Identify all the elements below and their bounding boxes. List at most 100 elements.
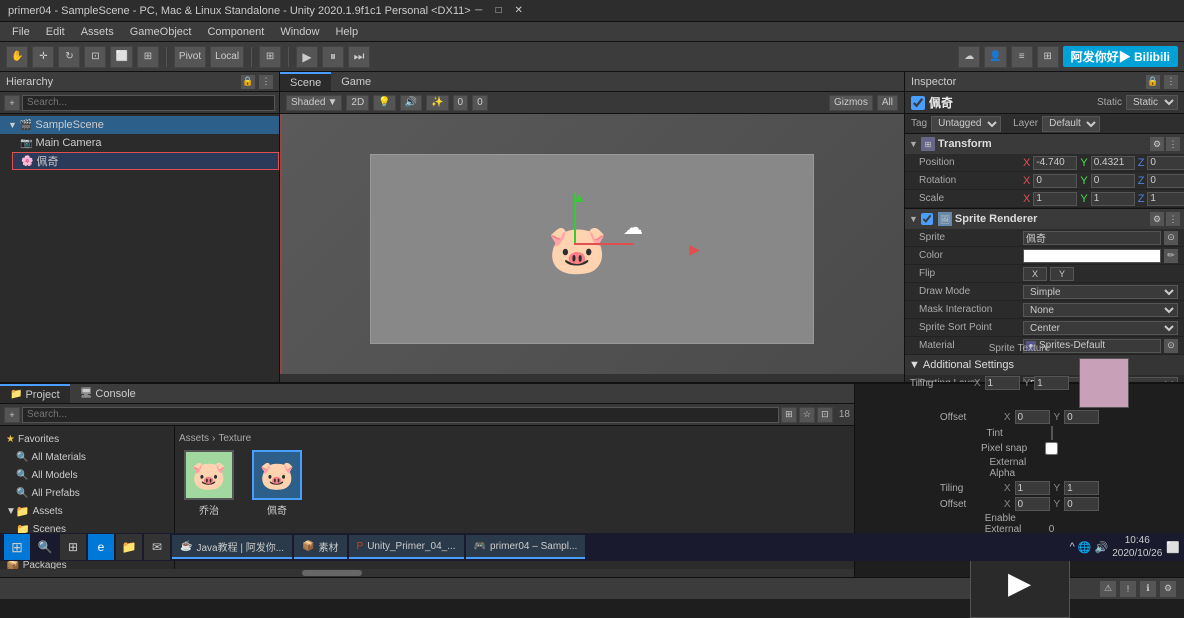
taskbar-search[interactable]: 🔍	[32, 534, 58, 560]
color-swatch[interactable]	[1023, 249, 1161, 263]
rot-x-input[interactable]	[1033, 174, 1077, 188]
menu-help[interactable]: Help	[327, 24, 366, 40]
scale-z-input[interactable]	[1147, 192, 1184, 206]
sr-settings-icon[interactable]: ⚙	[1150, 212, 1164, 226]
pos-y-input[interactable]	[1091, 156, 1135, 170]
tag-dropdown[interactable]: Untagged	[931, 116, 1001, 132]
explorer-icon[interactable]: 📁	[116, 534, 142, 560]
task-unity[interactable]: 🎮 primer04 – Sampl...	[466, 535, 586, 559]
pivot-button[interactable]: Pivot	[174, 46, 206, 68]
hierarchy-search[interactable]	[22, 95, 275, 111]
tiling2-y-input[interactable]	[1064, 481, 1099, 495]
step-button[interactable]: ⏭	[348, 46, 370, 68]
hierarchy-menu-icon[interactable]: ⋮	[259, 75, 273, 89]
all-models-item[interactable]: 🔍 All Models	[10, 466, 174, 484]
collab-button[interactable]: ☁	[958, 46, 980, 68]
move-tool[interactable]: ✛	[32, 46, 54, 68]
offset2-y-input[interactable]	[1064, 497, 1099, 511]
scene-audio-btn[interactable]: 🔊	[400, 95, 422, 111]
flip-y-button[interactable]: Y	[1050, 267, 1074, 281]
tiling2-x-input[interactable]	[1015, 481, 1050, 495]
static-dropdown[interactable]: Static	[1126, 95, 1178, 110]
offset-y-input[interactable]	[1064, 410, 1099, 424]
hierarchy-peppa-item[interactable]: 🌸 佩奇	[12, 152, 279, 170]
play-button[interactable]: ▶	[296, 46, 318, 68]
offset2-x-input[interactable]	[1015, 497, 1050, 511]
tiling-y-input[interactable]	[1034, 376, 1069, 390]
tab-project[interactable]: 📁 Project	[0, 384, 70, 403]
rect-tool[interactable]: ⬜	[110, 46, 132, 68]
hierarchy-add-button[interactable]: +	[4, 95, 20, 111]
show-desktop-icon[interactable]: ⬜	[1166, 541, 1180, 554]
draw-mode-select[interactable]: Simple	[1023, 285, 1178, 299]
transform-menu-icon[interactable]: ⋮	[1166, 137, 1180, 151]
tint-swatch[interactable]	[1051, 426, 1053, 440]
sprite-ref[interactable]: 佩奇	[1023, 231, 1161, 245]
scene-stats[interactable]: 0	[453, 95, 469, 111]
gizmos-button[interactable]: Gizmos	[829, 95, 873, 111]
local-button[interactable]: Local	[210, 46, 244, 68]
proj-icon1[interactable]: ⊞	[781, 407, 797, 423]
all-materials-item[interactable]: 🔍 All Materials	[10, 448, 174, 466]
rotate-tool[interactable]: ↻	[58, 46, 80, 68]
tab-scene[interactable]: Scene	[280, 72, 331, 91]
sprite-ref-btn[interactable]: ⊙	[1164, 231, 1178, 245]
tiling-x-input[interactable]	[985, 376, 1020, 390]
scene-light-btn[interactable]: 💡	[373, 95, 395, 111]
proj-icon3[interactable]: ⊡	[817, 407, 833, 423]
scene-view[interactable]: 🐷 ▲ ▶ ☁	[280, 114, 904, 374]
offset-x-input[interactable]	[1015, 410, 1050, 424]
menu-window[interactable]: Window	[272, 24, 327, 40]
status-warning-icon[interactable]: !	[1120, 581, 1136, 597]
layout-button[interactable]: ⊞	[1037, 46, 1059, 68]
transform-settings-icon[interactable]: ⚙	[1150, 137, 1164, 151]
menu-assets[interactable]: Assets	[73, 24, 122, 40]
pause-button[interactable]: ⏸	[322, 46, 344, 68]
color-edit-btn[interactable]: ✏	[1164, 249, 1178, 263]
scale-tool[interactable]: ⊡	[84, 46, 106, 68]
tab-console[interactable]: 🖥 Console	[70, 384, 146, 403]
tray-up-icon[interactable]: ^	[1070, 541, 1075, 554]
project-scrollbar[interactable]	[0, 569, 854, 577]
hierarchy-lock-icon[interactable]: 🔒	[241, 75, 255, 89]
scale-y-input[interactable]	[1091, 192, 1135, 206]
status-settings-icon[interactable]: ⚙	[1160, 581, 1176, 597]
network-icon[interactable]: 🌐	[1078, 541, 1092, 554]
asset-peppa[interactable]: 🐷 佩奇	[247, 450, 307, 517]
close-button[interactable]: ✕	[511, 3, 527, 19]
menu-edit[interactable]: Edit	[38, 24, 73, 40]
rot-z-input[interactable]	[1147, 174, 1184, 188]
status-info-icon[interactable]: ℹ	[1140, 581, 1156, 597]
edge-icon[interactable]: e	[88, 534, 114, 560]
asset-george[interactable]: 🐷 乔治	[179, 450, 239, 517]
scene-scrollbar-h[interactable]	[280, 374, 904, 382]
hierarchy-camera-item[interactable]: 📷 Main Camera	[12, 134, 279, 152]
2d-button[interactable]: 2D	[346, 95, 369, 111]
taskview-icon[interactable]: ⊞	[60, 534, 86, 560]
pos-z-input[interactable]	[1147, 156, 1184, 170]
flip-x-button[interactable]: X	[1023, 267, 1047, 281]
mask-select[interactable]: None	[1023, 303, 1178, 317]
task-material[interactable]: 📦 素材	[294, 535, 346, 559]
project-scrollbar-thumb[interactable]	[302, 570, 362, 576]
sprite-renderer-header[interactable]: ▼ 🖼 Sprite Renderer ⚙ ⋮	[905, 209, 1184, 229]
scene-0[interactable]: 0	[472, 95, 488, 111]
transform-tool[interactable]: ⊞	[137, 46, 159, 68]
pixel-snap-checkbox[interactable]	[1045, 442, 1058, 455]
menu-gameobject[interactable]: GameObject	[122, 24, 200, 40]
mail-icon[interactable]: ✉	[144, 534, 170, 560]
inspector-menu-icon[interactable]: ⋮	[1164, 75, 1178, 89]
account-button[interactable]: 👤	[984, 46, 1006, 68]
maximize-button[interactable]: □	[491, 3, 507, 19]
obj-active-checkbox[interactable]	[911, 96, 925, 110]
assets-folder-item[interactable]: ▼ 📁 Assets	[0, 502, 174, 520]
proj-icon2[interactable]: ☆	[799, 407, 815, 423]
scale-x-input[interactable]	[1033, 192, 1077, 206]
project-search[interactable]	[22, 407, 779, 423]
grid-button[interactable]: ⊞	[259, 46, 281, 68]
volume-icon[interactable]: 🔊	[1095, 541, 1109, 554]
start-button[interactable]: ⊞	[4, 534, 30, 560]
sr-menu-icon[interactable]: ⋮	[1166, 212, 1180, 226]
task-java[interactable]: ☕ Java教程 | 阿发你...	[172, 535, 292, 559]
tab-game[interactable]: Game	[331, 72, 381, 91]
